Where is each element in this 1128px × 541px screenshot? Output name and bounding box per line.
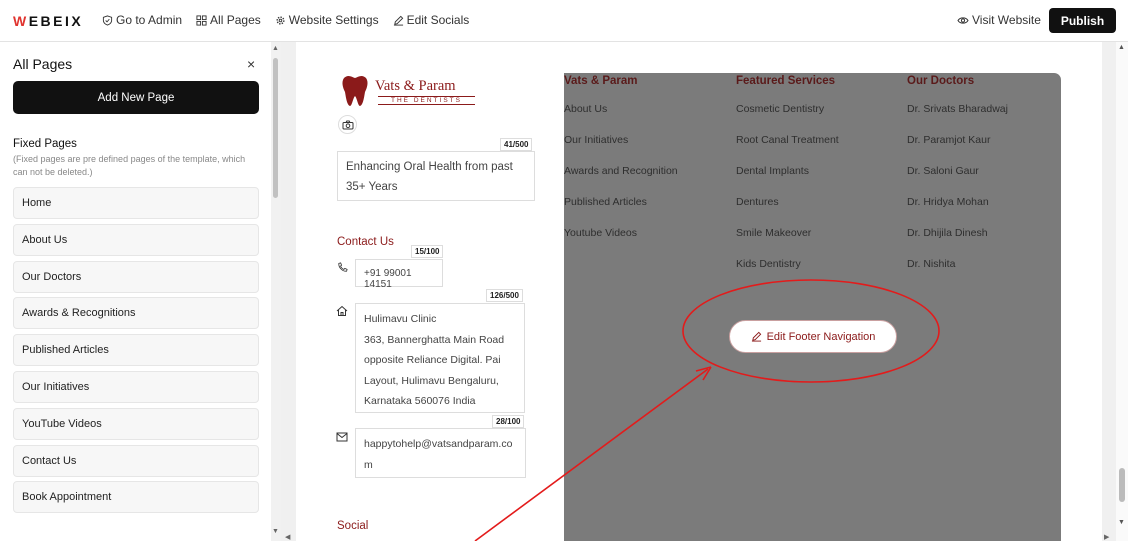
footer-column-heading: Featured Services [736, 75, 836, 87]
all-pages-label: All Pages [210, 13, 261, 27]
contact-us-title: Contact Us [337, 236, 394, 248]
tooth-logo-icon [342, 75, 368, 106]
gear-icon [276, 15, 285, 25]
brand-subtitle: THE DENTISTS [378, 96, 475, 105]
pencil-icon [393, 15, 403, 26]
page-list: Home About Us Our Doctors Awards & Recog… [13, 187, 259, 518]
sidebar-scroll-thumb[interactable] [273, 58, 278, 198]
close-icon[interactable]: × [247, 56, 255, 72]
sidebar-scroll-down-icon[interactable]: ▼ [272, 528, 279, 535]
page-item-contact-us[interactable]: Contact Us [13, 444, 259, 477]
home-icon [336, 305, 348, 316]
footer-link: Dr. Nishita [907, 258, 956, 270]
page-item-youtube-videos[interactable]: YouTube Videos [13, 407, 259, 440]
address-line: opposite Reliance Digital. Pai [364, 354, 501, 366]
address-counter: 126/500 [486, 289, 523, 302]
footer-link: Published Articles [564, 196, 647, 208]
pages-sidebar: All Pages × Add New Page Fixed Pages (Fi… [0, 42, 270, 541]
footer-link: Dr. Hridya Mohan [907, 196, 989, 208]
canvas-scroll-up-icon[interactable]: ▲ [1118, 44, 1125, 51]
page-item-book-appointment[interactable]: Book Appointment [13, 481, 259, 514]
go-to-admin-link[interactable]: Go to Admin [102, 13, 182, 27]
phone-icon [338, 262, 348, 272]
webeix-logo[interactable]: WEBEIX [13, 13, 83, 29]
phone-counter: 15/100 [411, 245, 444, 258]
camera-icon [342, 120, 353, 129]
sidebar-title: All Pages [13, 56, 73, 72]
change-logo-button[interactable] [338, 115, 357, 134]
scroll-left-icon[interactable]: ◀ [285, 533, 290, 541]
publish-button[interactable]: Publish [1049, 8, 1116, 33]
canvas-scroll-down-icon[interactable]: ▼ [1118, 519, 1125, 526]
tagline-counter: 41/500 [500, 138, 533, 151]
footer-link: Dental Implants [736, 165, 809, 177]
fixed-pages-note: (Fixed pages are pre defined pages of th… [13, 154, 246, 177]
footer-link: Dentures [736, 196, 779, 208]
edit-socials-label: Edit Socials [406, 13, 470, 27]
address-textarea[interactable]: Hulimavu Clinic 363, Bannerghatta Main R… [355, 303, 525, 413]
address-line: Hulimavu Clinic [364, 313, 437, 325]
edit-footer-navigation-label: Edit Footer Navigation [766, 330, 876, 343]
brand-name: Vats & Param [375, 78, 456, 94]
phone-input[interactable]: +91 99001 14151 [355, 259, 443, 290]
canvas-scroll-thumb[interactable] [1119, 468, 1125, 502]
footer-link: Awards and Recognition [564, 165, 678, 177]
shield-icon [102, 14, 113, 26]
website-settings-link[interactable]: Website Settings [275, 13, 379, 27]
footer-link: About Us [564, 103, 608, 115]
footer-link: Dr. Dhijila Dinesh [907, 227, 988, 239]
visit-website-link[interactable]: Visit Website [957, 13, 1041, 27]
footer-link: Dr. Saloni Gaur [907, 165, 979, 177]
email-counter: 28/100 [492, 415, 525, 428]
tagline-textarea[interactable]: Enhancing Oral Health from past 35+ Year… [337, 151, 535, 201]
address-line: Karnataka 560076 India [364, 395, 476, 407]
page-item-published-articles[interactable]: Published Articles [13, 334, 259, 367]
address-line: 363, Bannerghatta Main Road [364, 333, 505, 346]
add-new-page-button[interactable]: Add New Page [13, 81, 259, 114]
mail-icon [336, 432, 348, 442]
page-item-our-doctors[interactable]: Our Doctors [13, 260, 259, 293]
page-item-home[interactable]: Home [13, 187, 259, 219]
top-bar: WEBEIX Go to Admin All Pages Website Set… [0, 0, 1128, 42]
edit-socials-link[interactable]: Edit Socials [393, 13, 470, 27]
page-item-awards[interactable]: Awards & Recognitions [13, 297, 259, 330]
logo-text: EBEIX [28, 13, 84, 29]
edit-footer-navigation-button[interactable]: Edit Footer Navigation [729, 320, 897, 353]
footer-column-brand: Vats & Param About Us Our Initiatives Aw… [564, 75, 678, 258]
footer-link: Our Initiatives [564, 134, 629, 146]
go-to-admin-label: Go to Admin [116, 13, 183, 27]
email-textarea[interactable]: happytohelp@vatsandparam.com [355, 428, 526, 478]
footer-column-heading: Our Doctors [907, 75, 975, 87]
footer-link: Cosmetic Dentistry [736, 103, 825, 115]
grid-icon [196, 14, 207, 26]
footer-link: Dr. Paramjot Kaur [907, 134, 991, 146]
sidebar-scroll-up-icon[interactable]: ▲ [272, 45, 279, 52]
canvas-scrollbar[interactable] [1116, 42, 1128, 541]
footer-link: Smile Makeover [736, 227, 812, 239]
footer-link: Youtube Videos [564, 227, 637, 239]
footer-link: Kids Dentistry [736, 258, 801, 270]
eye-icon [957, 16, 969, 24]
footer-column-heading: Vats & Param [564, 75, 638, 87]
scroll-right-icon[interactable]: ▶ [1104, 533, 1109, 541]
top-nav: Go to Admin All Pages Website Settings E… [102, 13, 469, 27]
social-title: Social [337, 520, 369, 532]
visit-website-label: Visit Website [972, 13, 1041, 27]
website-settings-label: Website Settings [288, 13, 379, 27]
footer-link: Root Canal Treatment [736, 134, 839, 146]
fixed-pages-title: Fixed Pages [13, 138, 77, 150]
page-item-about-us[interactable]: About Us [13, 223, 259, 256]
page-item-our-initiatives[interactable]: Our Initiatives [13, 370, 259, 403]
footer-column-services: Featured Services Cosmetic Dentistry Roo… [736, 75, 839, 289]
pencil-icon [751, 331, 761, 342]
address-line: Layout, Hulimavu Bengaluru, [364, 374, 499, 387]
all-pages-link[interactable]: All Pages [196, 13, 261, 27]
footer-link: Dr. Srivats Bharadwaj [907, 103, 1008, 115]
footer-column-doctors: Our Doctors Dr. Srivats Bharadwaj Dr. Pa… [907, 75, 1008, 289]
